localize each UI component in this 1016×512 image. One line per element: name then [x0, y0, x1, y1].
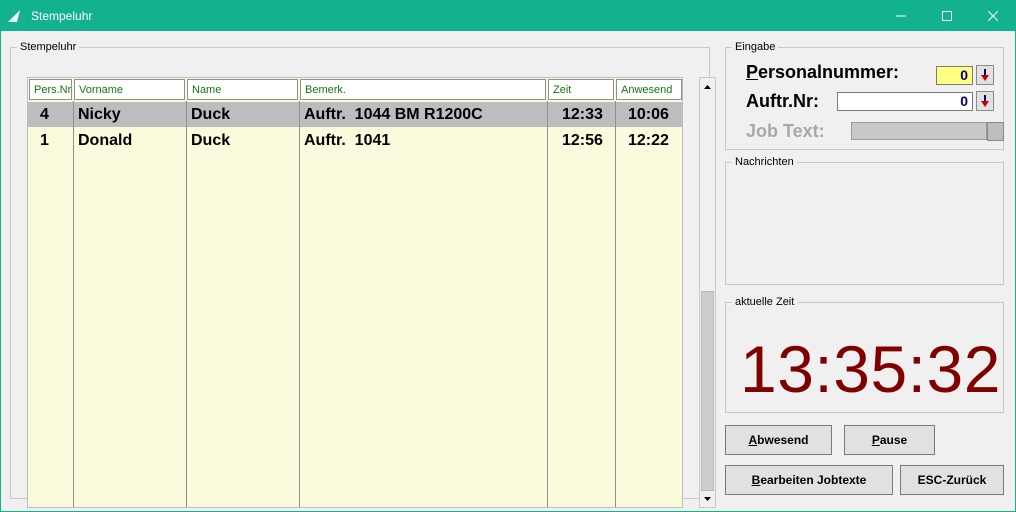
column-divider — [299, 101, 300, 507]
bearbeiten-mnemonic: B — [751, 473, 761, 487]
cell-vorname: Nicky — [78, 106, 121, 123]
column-header-anwesend[interactable]: Anwesend — [616, 79, 682, 100]
column-header-persnr[interactable]: Pers.Nr — [29, 79, 72, 100]
scroll-down-button[interactable] — [700, 490, 715, 507]
minimize-button[interactable] — [878, 0, 924, 31]
jobtext-label: Job Text: — [746, 121, 825, 141]
auftrnr-label: Auftr.Nr: — [746, 91, 819, 111]
nachrichten-group-label: Nachrichten — [732, 156, 797, 169]
cell-bemerk: Auftr. 1044 BM R1200C — [304, 106, 483, 123]
cell-persnr: 1 — [40, 132, 49, 149]
column-divider — [547, 101, 548, 507]
esc-zurueck-button[interactable]: ESC-Zurück — [900, 465, 1004, 495]
personalnummer-label: Personalnummer: — [746, 62, 899, 83]
cell-vorname: Donald — [78, 132, 133, 149]
cell-persnr: 4 — [40, 106, 49, 123]
arrow-down-icon — [981, 95, 989, 107]
nachrichten-group: Nachrichten — [725, 156, 1004, 285]
title-bar[interactable]: Stempeluhr — [0, 0, 1016, 31]
app-icon — [8, 10, 20, 22]
stempeluhr-table[interactable]: Pers.Nr Vorname Name Bemerk. Zeit Anwese… — [27, 77, 683, 508]
cell-name: Duck — [191, 106, 231, 123]
cell-anwesend: 12:22 — [628, 132, 669, 149]
abwesend-button[interactable]: Abwesend — [725, 425, 832, 455]
table-row[interactable]: 1 Donald Duck Auftr. 1041 12:56 12:22 — [28, 128, 682, 153]
pause-mnemonic: P — [871, 433, 880, 447]
pause-label: ause — [879, 433, 908, 447]
scrollbar-thumb[interactable] — [701, 291, 714, 491]
close-button[interactable] — [970, 0, 1016, 31]
jobtext-button[interactable] — [987, 122, 1004, 141]
scroll-down-icon — [704, 496, 711, 501]
jobtext-input[interactable] — [851, 122, 987, 140]
column-header-zeit[interactable]: Zeit — [548, 79, 614, 100]
column-header-name[interactable]: Name — [187, 79, 298, 100]
maximize-button[interactable] — [924, 0, 970, 31]
personalnummer-input[interactable]: 0 — [936, 66, 973, 85]
minimize-icon — [896, 15, 906, 16]
cell-anwesend: 10:06 — [628, 106, 669, 123]
eingabe-group: Eingabe Personalnummer: 0 Auftr.Nr: 0 Jo… — [725, 41, 1004, 150]
auftrnr-input[interactable]: 0 — [837, 92, 973, 111]
maximize-icon — [942, 10, 952, 21]
cell-bemerk: Auftr. 1041 — [304, 132, 391, 149]
column-header-bemerk[interactable]: Bemerk. — [300, 79, 546, 100]
cell-zeit: 12:33 — [562, 106, 603, 123]
table-vertical-scrollbar[interactable] — [699, 77, 716, 508]
aktuelle-zeit-group: aktuelle Zeit 13:35:32 — [725, 296, 1004, 413]
column-header-vorname[interactable]: Vorname — [74, 79, 185, 100]
eingabe-group-label: Eingabe — [732, 41, 779, 54]
current-time-display: 13:35:32 — [740, 332, 1001, 406]
table-row[interactable]: 4 Nicky Duck Auftr. 1044 BM R1200C 12:33… — [28, 102, 682, 127]
column-divider — [615, 101, 616, 507]
stempeluhr-group: Stempeluhr Pers.Nr Vorname Name Bemerk. … — [10, 41, 716, 508]
pause-button[interactable]: Pause — [844, 425, 935, 455]
window-client: Stempeluhr Pers.Nr Vorname Name Bemerk. … — [1, 31, 1015, 511]
abwesend-label: bwesend — [757, 433, 809, 447]
column-divider — [186, 101, 187, 507]
bearbeiten-label: earbeiten Jobtexte — [760, 473, 867, 487]
abwesend-mnemonic: A — [748, 433, 758, 447]
close-icon — [988, 10, 998, 21]
scroll-up-button[interactable] — [700, 78, 715, 95]
cell-zeit: 12:56 — [562, 132, 603, 149]
cell-name: Duck — [191, 132, 231, 149]
personalnummer-label-mnemonic: P — [746, 62, 759, 82]
bearbeiten-jobtexte-button[interactable]: Bearbeiten Jobtexte — [725, 465, 893, 495]
personalnummer-down-button[interactable] — [976, 65, 994, 85]
column-divider — [73, 101, 74, 507]
personalnummer-label-rest: ersonalnummer: — [758, 62, 900, 82]
auftrnr-down-button[interactable] — [976, 91, 994, 111]
stempeluhr-group-label: Stempeluhr — [17, 41, 80, 54]
window-title: Stempeluhr — [31, 9, 93, 23]
scroll-up-icon — [704, 84, 711, 89]
aktuelle-zeit-group-label: aktuelle Zeit — [732, 296, 798, 309]
arrow-down-icon — [981, 69, 989, 81]
